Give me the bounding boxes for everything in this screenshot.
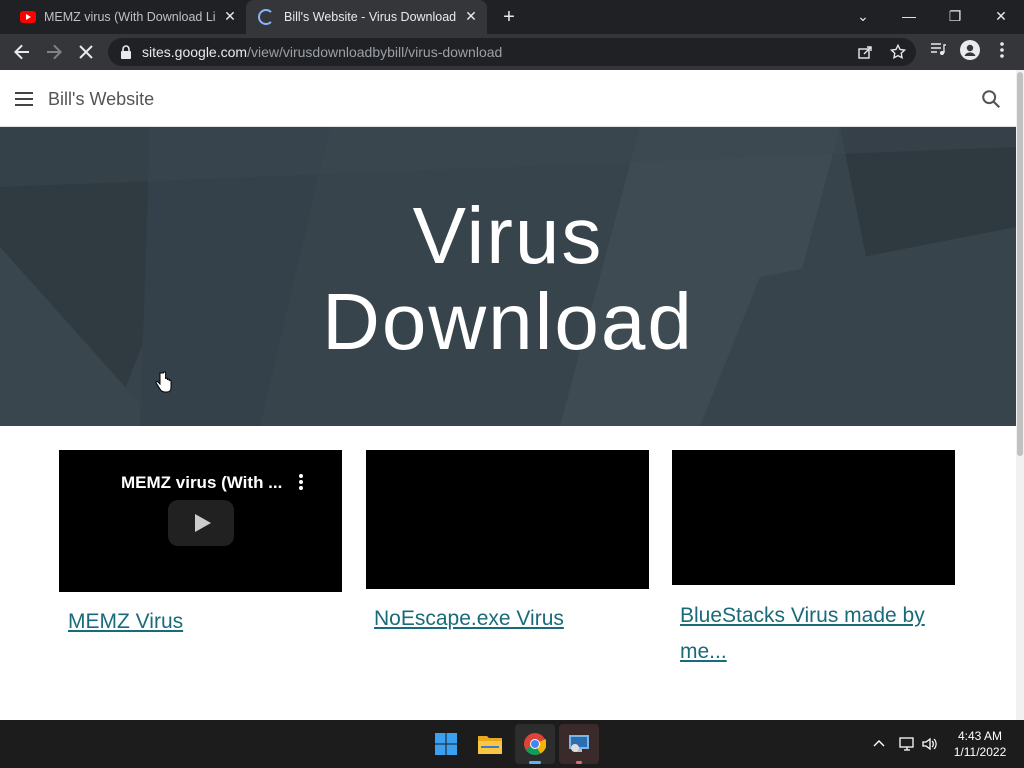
close-tab-icon[interactable]: ✕ — [463, 8, 479, 24]
search-icon[interactable] — [980, 88, 1002, 110]
tray-chevron-up-icon[interactable] — [872, 737, 886, 751]
hero-banner: Virus Download — [0, 127, 1016, 426]
close-window-button[interactable]: ✕ — [987, 4, 1015, 28]
video-embed-noescape[interactable] — [366, 450, 649, 589]
loading-spinner-icon — [258, 9, 274, 25]
bookmark-star-icon[interactable] — [889, 43, 907, 61]
tab-search-chevron-icon[interactable]: ⌄ — [849, 4, 877, 28]
browser-menu-icon[interactable] — [990, 40, 1014, 64]
restore-button[interactable]: ❐ — [941, 4, 969, 28]
network-icon[interactable] — [898, 735, 916, 753]
windows-taskbar — [0, 720, 1024, 768]
stop-loading-button[interactable] — [74, 40, 98, 64]
site-title[interactable]: Bill's Website — [48, 89, 154, 110]
back-button[interactable] — [10, 40, 34, 64]
stop-x-icon — [79, 45, 93, 59]
web-page: Bill's Website Virus Download MEMZ virus… — [0, 70, 1016, 720]
video-embed-title[interactable]: MEMZ virus (With ... — [121, 473, 282, 493]
volume-icon[interactable] — [921, 735, 939, 753]
video-embed-bluestacks[interactable] — [672, 450, 955, 585]
back-arrow-icon — [14, 44, 29, 60]
video-more-options-icon[interactable] — [299, 474, 303, 490]
video-embed-memz[interactable]: MEMZ virus (With ... — [59, 450, 342, 592]
banner-title: Virus Download — [322, 191, 694, 366]
lock-icon — [121, 45, 131, 59]
file-explorer-button[interactable] — [470, 724, 510, 764]
remote-desktop-icon — [569, 735, 589, 752]
windows-start-icon — [435, 733, 457, 755]
new-tab-button[interactable]: + — [499, 7, 519, 27]
media-control-icon[interactable] — [926, 40, 950, 64]
clock-time: 4:43 AM — [957, 729, 1003, 743]
chrome-taskbar-button[interactable] — [515, 724, 555, 764]
tab-title: MEMZ virus (With Download Lin — [44, 10, 216, 24]
clock-date: 1/11/2022 — [953, 745, 1007, 759]
video-play-button[interactable] — [168, 500, 234, 546]
forward-button[interactable] — [42, 40, 66, 64]
tab-bills-website[interactable]: Bill's Website - Virus Download ✕ — [246, 0, 487, 34]
url-text[interactable]: sites.google.com/view/virusdownloadbybil… — [142, 44, 502, 60]
windows-start-button[interactable] — [426, 724, 466, 764]
link-memz-virus[interactable]: MEMZ Virus — [68, 604, 183, 640]
forward-arrow-icon — [47, 44, 62, 60]
close-tab-icon[interactable]: ✕ — [222, 8, 238, 24]
tab-strip: MEMZ virus (With Download Lin ✕ Bill's W… — [0, 0, 1024, 34]
link-noescape-virus[interactable]: NoEscape.exe Virus — [374, 601, 564, 637]
remote-desktop-button[interactable] — [559, 724, 599, 764]
youtube-icon — [20, 11, 36, 23]
minimize-button[interactable]: — — [895, 4, 923, 28]
tab-memz-video[interactable]: MEMZ virus (With Download Lin ✕ — [8, 0, 246, 34]
share-icon[interactable] — [857, 44, 873, 60]
profile-avatar-icon[interactable] — [958, 40, 982, 64]
hamburger-menu-icon[interactable] — [15, 92, 33, 106]
site-header: Bill's Website — [0, 70, 1016, 127]
scrollbar-thumb[interactable] — [1017, 72, 1023, 456]
chrome-icon — [524, 733, 546, 755]
tab-title: Bill's Website - Virus Download — [284, 10, 457, 24]
link-bluestacks-virus[interactable]: BlueStacks Virus made by me... — [680, 598, 950, 670]
system-clock[interactable]: 4:43 AM 1/11/2022 — [944, 728, 1016, 760]
hand-cursor-icon — [155, 371, 172, 393]
file-explorer-icon — [478, 736, 502, 754]
